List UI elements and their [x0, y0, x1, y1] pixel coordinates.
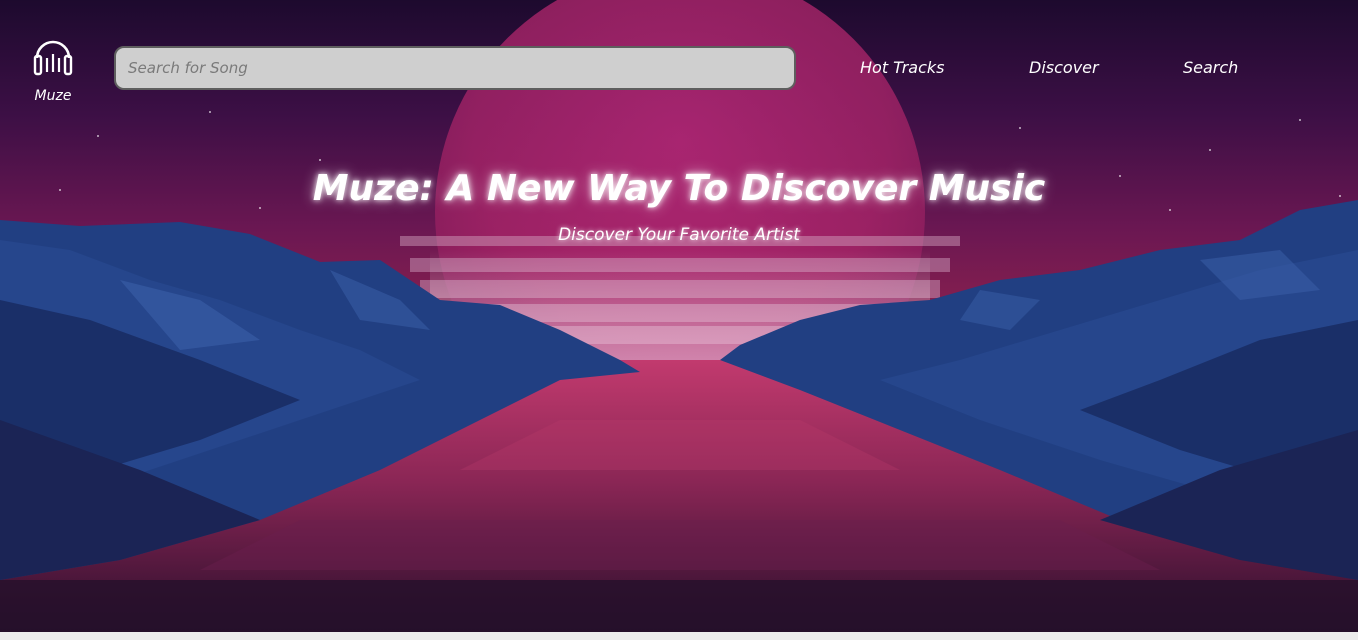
synthwave-landscape-image — [0, 0, 1358, 632]
hero-title: Muze: A New Way To Discover Music — [312, 168, 1046, 209]
song-search-input[interactable] — [114, 46, 796, 90]
nav-hot-tracks[interactable]: Hot Tracks — [860, 58, 945, 77]
brand-name: Muze — [34, 88, 72, 104]
hero-background — [0, 0, 1358, 632]
landing-page: Muze Hot Tracks Discover Search Muze: A … — [0, 0, 1358, 640]
page-bottom-edge — [0, 632, 1358, 640]
nav-search[interactable]: Search — [1183, 58, 1238, 77]
hero-subtitle: Discover Your Favorite Artist — [558, 225, 800, 245]
brand-logo[interactable]: Muze — [28, 34, 78, 104]
headphones-icon — [33, 40, 73, 76]
nav-discover[interactable]: Discover — [1029, 58, 1099, 77]
